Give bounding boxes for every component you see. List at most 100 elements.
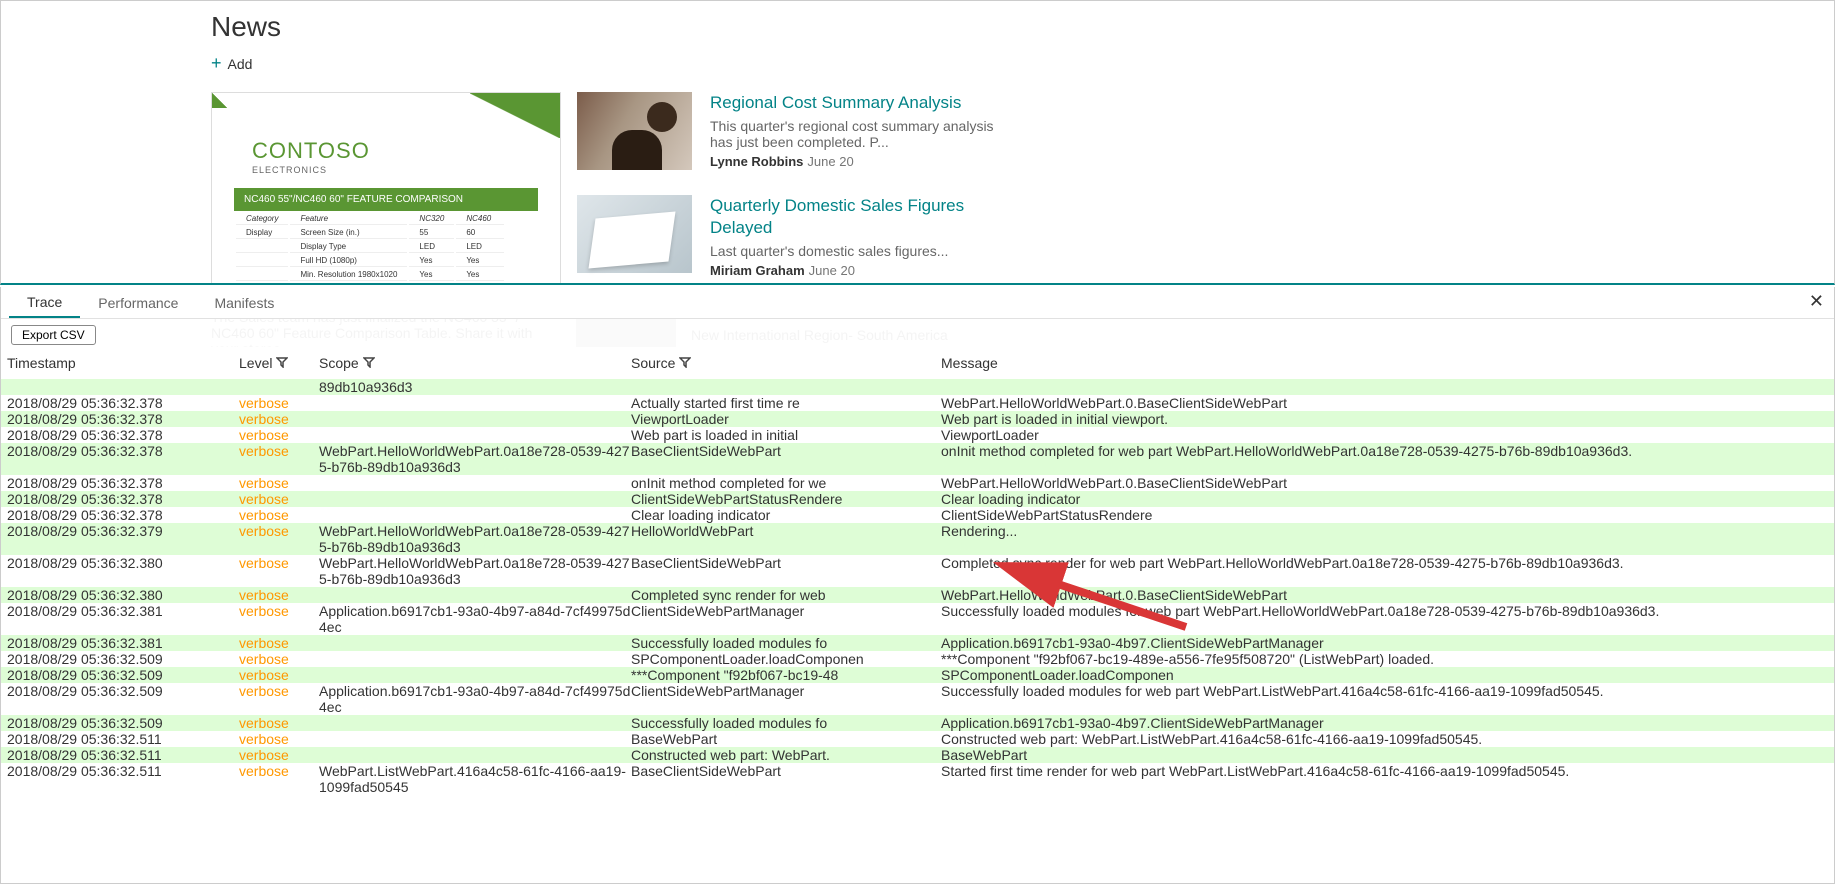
log-row[interactable]: 2018/08/29 05:36:32.511 verbose Construc… (1, 747, 1834, 763)
cell-source: ***Component "f92bf067-bc19-48 (631, 667, 941, 683)
cell-timestamp: 2018/08/29 05:36:32.509 (7, 683, 239, 715)
tab-manifests[interactable]: Manifests (196, 289, 292, 317)
col-level[interactable]: Level (239, 355, 319, 371)
cell-timestamp: 2018/08/29 05:36:32.378 (7, 475, 239, 491)
cell-level: verbose (239, 491, 319, 507)
log-row[interactable]: 2018/08/29 05:36:32.378 verbose Actually… (1, 395, 1834, 411)
cell-message: Application.b6917cb1-93a0-4b97.ClientSid… (941, 635, 1828, 651)
log-row[interactable]: 2018/08/29 05:36:32.509 verbose ***Compo… (1, 667, 1834, 683)
cell-timestamp: 2018/08/29 05:36:32.378 (7, 507, 239, 523)
log-row[interactable]: 2018/08/29 05:36:32.378 verbose onInit m… (1, 475, 1834, 491)
cell-message: ***Component "f92bf067-bc19-489e-a556-7f… (941, 651, 1828, 667)
cell-message: Successfully loaded modules for web part… (941, 603, 1828, 635)
log-row[interactable]: 2018/08/29 05:36:32.378 verbose WebPart.… (1, 443, 1834, 475)
cell-timestamp: 2018/08/29 05:36:32.511 (7, 731, 239, 747)
cell-level: verbose (239, 411, 319, 427)
export-csv-button[interactable]: Export CSV (11, 325, 96, 345)
cell-level: verbose (239, 603, 319, 635)
cell-scope: WebPart.ListWebPart.416a4c58-61fc-4166-a… (319, 763, 631, 795)
cell-message (941, 379, 1828, 395)
cell-source (631, 379, 941, 395)
tab-trace[interactable]: Trace (9, 288, 80, 318)
log-row[interactable]: 2018/08/29 05:36:32.378 verbose ClientSi… (1, 491, 1834, 507)
log-row[interactable]: 2018/08/29 05:36:32.509 verbose Successf… (1, 715, 1834, 731)
cell-timestamp: 2018/08/29 05:36:32.380 (7, 587, 239, 603)
log-row[interactable]: 2018/08/29 05:36:32.378 verbose Viewport… (1, 411, 1834, 427)
spfx-dev-dashboard: NC460 Line Features Available The Sales … (0, 287, 1835, 884)
cell-source: Web part is loaded in initial (631, 427, 941, 443)
cell-scope (319, 507, 631, 523)
tab-performance[interactable]: Performance (80, 289, 196, 317)
log-row[interactable]: 2018/08/29 05:36:32.509 verbose SPCompon… (1, 651, 1834, 667)
cell-source: ClientSideWebPartManager (631, 603, 941, 635)
log-row[interactable]: 89db10a936d3 (1, 379, 1834, 395)
cell-message: Rendering... (941, 523, 1828, 555)
cell-message: WebPart.HelloWorldWebPart.0.BaseClientSi… (941, 587, 1828, 603)
cell-scope (319, 587, 631, 603)
cell-scope (319, 747, 631, 763)
cell-level: verbose (239, 731, 319, 747)
log-row[interactable]: 2018/08/29 05:36:32.379 verbose WebPart.… (1, 523, 1834, 555)
cell-timestamp: 2018/08/29 05:36:32.378 (7, 411, 239, 427)
log-row[interactable]: 2018/08/29 05:36:32.509 verbose Applicat… (1, 683, 1834, 715)
log-row[interactable]: 2018/08/29 05:36:32.381 verbose Successf… (1, 635, 1834, 651)
cell-message: BaseWebPart (941, 747, 1828, 763)
cell-scope: WebPart.HelloWorldWebPart.0a18e728-0539-… (319, 523, 631, 555)
cell-source: BaseClientSideWebPart (631, 443, 941, 475)
cell-level: verbose (239, 715, 319, 731)
cell-source: SPComponentLoader.loadComponen (631, 651, 941, 667)
cell-level: verbose (239, 587, 319, 603)
cell-scope: WebPart.HelloWorldWebPart.0a18e728-0539-… (319, 555, 631, 587)
log-row[interactable]: 2018/08/29 05:36:32.380 verbose Complete… (1, 587, 1834, 603)
cell-scope (319, 715, 631, 731)
cell-scope (319, 635, 631, 651)
log-row[interactable]: 2018/08/29 05:36:32.380 verbose WebPart.… (1, 555, 1834, 587)
col-source[interactable]: Source (631, 355, 941, 371)
cell-timestamp: 2018/08/29 05:36:32.509 (7, 651, 239, 667)
cell-timestamp: 2018/08/29 05:36:32.378 (7, 395, 239, 411)
news-heading: News (211, 11, 1814, 43)
cell-level: verbose (239, 523, 319, 555)
col-message[interactable]: Message (941, 355, 1828, 371)
cell-message: Completed sync render for web part WebPa… (941, 555, 1828, 587)
cell-timestamp: 2018/08/29 05:36:32.509 (7, 715, 239, 731)
add-news-button[interactable]: + Add (211, 53, 252, 74)
cell-source: Constructed web part: WebPart. (631, 747, 941, 763)
cell-message: Started first time render for web part W… (941, 763, 1828, 795)
news-thumbnail (577, 92, 692, 170)
cell-level (239, 379, 319, 395)
news-featured-thumbnail[interactable]: CONTOSO ELECTRONICS NC460 55"/NC460 60" … (211, 92, 561, 285)
col-scope[interactable]: Scope (319, 355, 631, 371)
cell-source: BaseClientSideWebPart (631, 763, 941, 795)
filter-icon[interactable] (276, 355, 288, 367)
news-item[interactable]: Regional Cost Summary Analysis This quar… (577, 92, 1000, 170)
cell-scope: Application.b6917cb1-93a0-4b97-a84d-7cf4… (319, 603, 631, 635)
close-panel-button[interactable]: ✕ (1809, 291, 1824, 312)
cell-message: Constructed web part: WebPart.ListWebPar… (941, 731, 1828, 747)
log-row[interactable]: 2018/08/29 05:36:32.378 verbose Web part… (1, 427, 1834, 443)
news-item[interactable]: Quarterly Domestic Sales Figures Delayed… (577, 195, 1000, 278)
table-header-row: Timestamp Level Scope Source Message (1, 347, 1834, 379)
cell-source: HelloWorldWebPart (631, 523, 941, 555)
filter-icon[interactable] (363, 355, 375, 367)
feature-comparison-table: CategoryFeatureNC320NC460DisplayScreen S… (234, 211, 506, 285)
log-row[interactable]: 2018/08/29 05:36:32.378 verbose Clear lo… (1, 507, 1834, 523)
brand-sub: ELECTRONICS (252, 165, 327, 175)
cell-timestamp: 2018/08/29 05:36:32.379 (7, 523, 239, 555)
trace-log-table: Timestamp Level Scope Source Message 89d… (1, 347, 1834, 883)
log-row[interactable]: 2018/08/29 05:36:32.511 verbose BaseWebP… (1, 731, 1834, 747)
filter-icon[interactable] (679, 355, 691, 367)
cell-level: verbose (239, 651, 319, 667)
cell-level: verbose (239, 427, 319, 443)
cell-timestamp: 2018/08/29 05:36:32.378 (7, 427, 239, 443)
cell-source: Completed sync render for web (631, 587, 941, 603)
cell-level: verbose (239, 475, 319, 491)
col-timestamp[interactable]: Timestamp (7, 355, 239, 371)
cell-source: BaseWebPart (631, 731, 941, 747)
log-row[interactable]: 2018/08/29 05:36:32.381 verbose Applicat… (1, 603, 1834, 635)
cell-level: verbose (239, 763, 319, 795)
news-byline: Miriam GrahamJune 20 (710, 263, 1000, 278)
cell-level: verbose (239, 555, 319, 587)
log-row[interactable]: 2018/08/29 05:36:32.511 verbose WebPart.… (1, 763, 1834, 795)
cell-timestamp: 2018/08/29 05:36:32.381 (7, 635, 239, 651)
